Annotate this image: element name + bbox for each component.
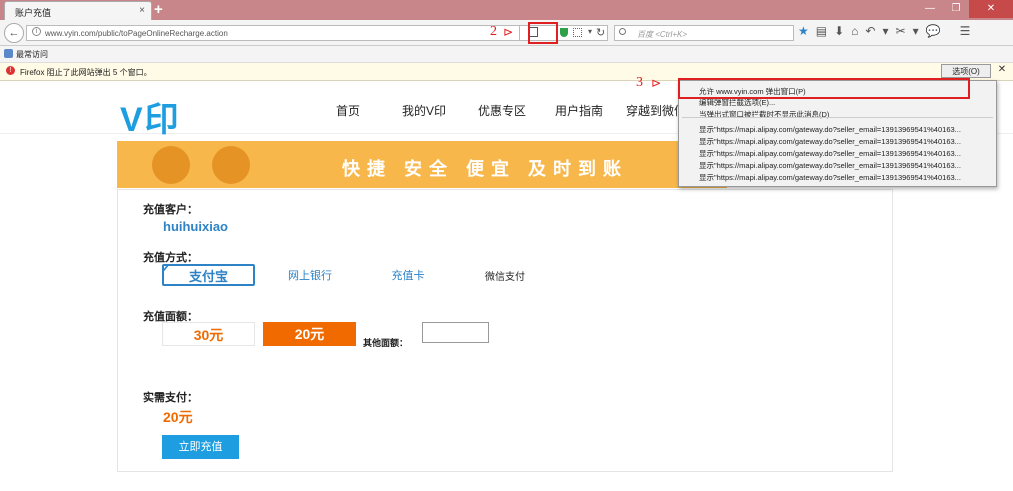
annotation-box-allow	[678, 78, 970, 99]
banner-slogan: 快捷 安全 便宜 及时到账	[342, 159, 629, 179]
search-icon	[619, 28, 626, 35]
blocked-popup-item[interactable]: 显示"https://mapi.alipay.com/gateway.do?se…	[699, 172, 961, 183]
annotation-step-2: 2	[490, 24, 497, 39]
star-icon[interactable]: ★	[798, 24, 809, 38]
bookmarks-bar: 最常访问	[0, 46, 1013, 63]
amount-30-option[interactable]: 30元	[162, 322, 255, 346]
method-label: 充值方式：	[143, 252, 198, 264]
nav-discounts[interactable]: 优惠专区	[478, 102, 526, 119]
menu-icon[interactable]: ☰	[960, 24, 971, 38]
search-input[interactable]: 百度 <Ctrl+K>	[614, 25, 794, 41]
site-logo[interactable]: V印	[120, 92, 181, 141]
notification-close-icon[interactable]: ✕	[995, 64, 1009, 78]
amount-20-option[interactable]: 20元	[263, 322, 356, 346]
toolbar-icons: ★ ▤ ⬇ ⌂ ↶ ▾ ✂ ▾ 💬 ☰	[798, 24, 970, 38]
runner-figure-icon	[152, 146, 190, 184]
info-icon[interactable]: i	[32, 27, 41, 36]
nav-my-vyin[interactable]: 我的V印	[402, 102, 446, 119]
blocked-popup-item[interactable]: 显示"https://mapi.alipay.com/gateway.do?se…	[699, 160, 961, 171]
other-amount-input[interactable]	[422, 322, 489, 343]
pay-label: 实需支付：	[143, 392, 198, 404]
wechat-pay-option[interactable]: 微信支付	[470, 264, 540, 286]
nav-home[interactable]: 首页	[336, 102, 360, 119]
chevron-down-icon[interactable]: ▾	[588, 27, 592, 36]
chevron-down-icon[interactable]: ▾	[913, 24, 919, 38]
url-bar[interactable]: www.vyin.com/public/toPageOnlineRecharge…	[26, 25, 520, 41]
check-icon: ✔	[161, 263, 171, 275]
home-icon[interactable]: ⌂	[851, 24, 858, 38]
customer-label: 充值客户：	[143, 204, 198, 216]
back-button[interactable]: ←	[4, 23, 24, 43]
pay-amount: 20元	[163, 409, 193, 425]
notification-text: Firefox 阻止了此网站弹出 5 个窗口。	[20, 68, 152, 77]
reload-icon[interactable]: ↻	[596, 26, 605, 39]
tab-title: 账户充值	[15, 8, 52, 18]
blocked-popup-item[interactable]: 显示"https://mapi.alipay.com/gateway.do?se…	[699, 124, 961, 135]
other-amount-label: 其他面额：	[363, 338, 409, 348]
annotation-step-3: 3	[636, 75, 643, 90]
annotation-arrow-icon: ⊳	[503, 25, 514, 39]
screenshot-icon[interactable]: ✂	[896, 24, 906, 38]
close-window-button[interactable]: ✕	[969, 0, 1013, 18]
annotation-box-popup-icon	[528, 22, 558, 44]
blocked-popup-item[interactable]: 显示"https://mapi.alipay.com/gateway.do?se…	[699, 148, 961, 159]
annotation-arrow-icon: ⊳	[651, 76, 662, 90]
alipay-option[interactable]: 支付宝	[162, 264, 255, 286]
chat-icon[interactable]: 💬	[926, 24, 941, 38]
nav-wechat[interactable]: 穿越到微信	[626, 102, 686, 119]
bookmark-most-visited[interactable]: 最常访问	[16, 50, 48, 59]
tab-recharge[interactable]: 账户充值 ×	[4, 1, 152, 20]
minimize-button[interactable]: —	[917, 0, 943, 18]
blocked-popup-item[interactable]: 显示"https://mapi.alipay.com/gateway.do?se…	[699, 136, 961, 147]
download-icon[interactable]: ⬇	[834, 24, 844, 38]
nav-user-guide[interactable]: 用户指南	[555, 102, 603, 119]
chevron-down-icon[interactable]: ▾	[882, 24, 888, 38]
new-tab-button[interactable]: +	[154, 1, 163, 18]
blocked-icon: !	[6, 66, 15, 75]
tab-close-icon[interactable]: ×	[139, 5, 145, 16]
dont-show-message-item[interactable]: 当弹出式窗口被拦截时不显示此消息(D)	[699, 109, 829, 120]
menu-separator	[682, 117, 993, 118]
shield-icon[interactable]	[560, 28, 568, 37]
recharge-card-option[interactable]: 充值卡	[369, 264, 447, 286]
reading-list-icon[interactable]: ▤	[816, 24, 827, 38]
recharge-now-button[interactable]: 立即充值	[162, 435, 239, 459]
customer-name: huihuixiao	[163, 219, 228, 234]
qr-code-icon[interactable]	[573, 28, 582, 37]
undo-icon[interactable]: ↶	[865, 24, 875, 38]
window-controls: — ❐ ✕	[917, 0, 1013, 20]
bookmark-folder-icon	[4, 49, 13, 58]
runner-figure-icon	[212, 146, 250, 184]
options-button[interactable]: 选项(O)	[941, 64, 991, 78]
maximize-button[interactable]: ❐	[943, 0, 969, 18]
online-bank-option[interactable]: 网上银行	[274, 264, 346, 286]
